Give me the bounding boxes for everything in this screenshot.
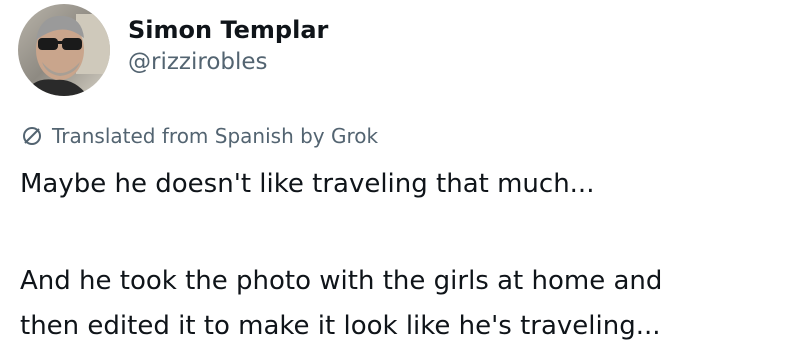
translation-notice-text: Translated from Spanish by Grok <box>52 124 379 148</box>
author-handle[interactable]: @rizzirobles <box>128 46 328 78</box>
avatar-photo-icon <box>18 4 110 96</box>
author-avatar[interactable] <box>18 4 110 96</box>
author-info: Simon Templar @rizzirobles <box>128 14 328 78</box>
author-display-name[interactable]: Simon Templar <box>128 14 328 46</box>
post: Simon Templar @rizzirobles Translated fr… <box>0 0 800 360</box>
translate-icon <box>20 124 44 148</box>
post-text-paragraph-1: Maybe he doesn't like traveling that muc… <box>20 169 595 199</box>
post-text-paragraph-2-line-1: And he took the photo with the girls at … <box>20 266 663 296</box>
translation-notice[interactable]: Translated from Spanish by Grok <box>20 121 378 151</box>
post-text-paragraph-2-line-2: then edited it to make it look like he's… <box>20 311 661 341</box>
